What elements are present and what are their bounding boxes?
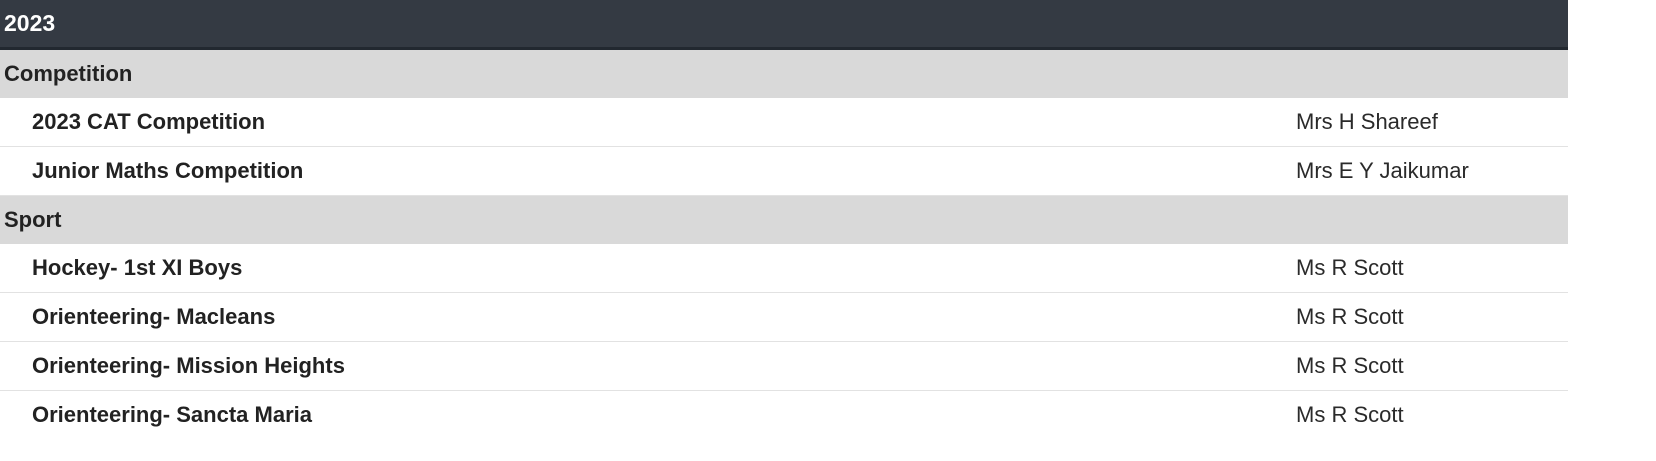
activities-table: 2023 Competition 2023 CAT Competition Mr… [0, 0, 1568, 439]
staff-name: Ms R Scott [1296, 353, 1404, 378]
group-header-competition: Competition [0, 50, 1568, 98]
activity-title: Orienteering- Mission Heights [32, 353, 345, 378]
activity-title: 2023 CAT Competition [32, 109, 266, 134]
activity-title: Orienteering- Sancta Maria [32, 402, 312, 427]
staff-name: Mrs H Shareef [1296, 109, 1438, 134]
table-row[interactable]: Orienteering- Mission Heights Ms R Scott [0, 342, 1568, 391]
activity-title: Orienteering- Macleans [32, 304, 276, 329]
table-row[interactable]: Orienteering- Sancta Maria Ms R Scott [0, 391, 1568, 439]
year-header: 2023 [0, 0, 1568, 50]
activity-title: Junior Maths Competition [32, 158, 304, 183]
staff-name: Mrs E Y Jaikumar [1296, 158, 1469, 183]
activity-title: Hockey- 1st XI Boys [32, 255, 243, 280]
staff-name: Ms R Scott [1296, 402, 1404, 427]
staff-name: Ms R Scott [1296, 255, 1404, 280]
table-row[interactable]: Orienteering- Macleans Ms R Scott [0, 293, 1568, 342]
table-row[interactable]: Junior Maths Competition Mrs E Y Jaikuma… [0, 147, 1568, 196]
table-row[interactable]: 2023 CAT Competition Mrs H Shareef [0, 98, 1568, 147]
staff-name: Ms R Scott [1296, 304, 1404, 329]
table-row[interactable]: Hockey- 1st XI Boys Ms R Scott [0, 244, 1568, 293]
group-header-sport: Sport [0, 196, 1568, 244]
